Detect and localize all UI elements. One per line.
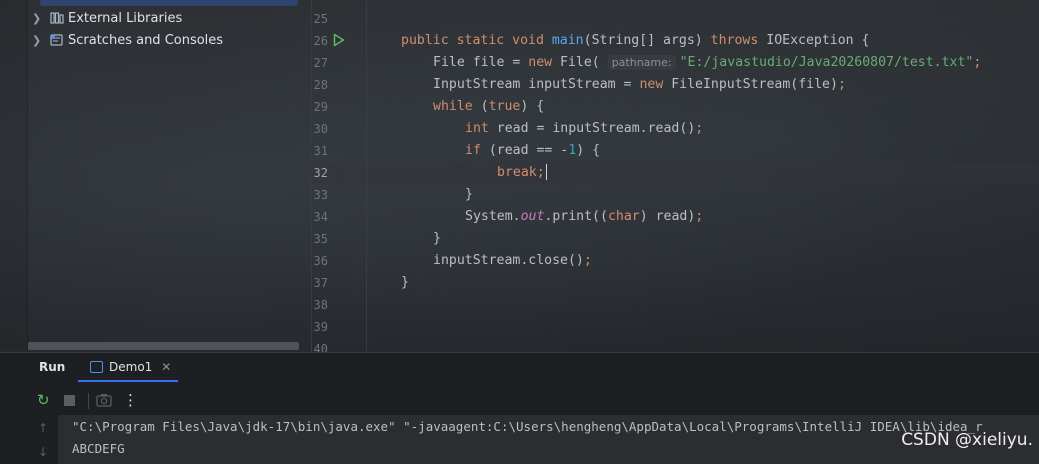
code-line: 29 while (true) {: [312, 96, 1039, 118]
code-text: System.out.print((char) read);: [465, 209, 704, 224]
console-line-command: "C:\Program Files\Java\jdk-17\bin\java.e…: [72, 419, 983, 434]
line-number: 31: [313, 144, 328, 158]
code-line: 34 System.out.print((char) read);: [312, 206, 1039, 228]
string-literal: "E:/javastudio/Java20260807/test.txt": [679, 55, 974, 70]
gutter-separator: [366, 0, 367, 352]
line-number: 35: [313, 232, 328, 246]
tree-item-scratches[interactable]: ❯ Scratches and Consoles: [28, 30, 223, 50]
line-number: 26: [313, 34, 328, 48]
code-text: }: [433, 231, 441, 246]
code-line: 35 }: [312, 228, 1039, 250]
code-line: 25: [312, 8, 1039, 30]
watermark: CSDN @xieliyu.: [901, 430, 1033, 450]
code-editor[interactable]: 25 26 public static void main(String[] a…: [312, 0, 1039, 352]
code-line: 33 }: [312, 184, 1039, 206]
line-number: 34: [313, 210, 328, 224]
code-line: 31 if (read == -1) {: [312, 140, 1039, 162]
line-number: 30: [313, 122, 328, 136]
line-number: 32: [313, 166, 328, 180]
active-tab-indicator: [78, 380, 178, 382]
code-text: }: [465, 187, 473, 202]
console-line-output: ABCDEFG: [72, 441, 125, 456]
tab-demo1[interactable]: Demo1 ✕: [90, 360, 171, 374]
project-horizontal-scrollbar[interactable]: [28, 342, 299, 350]
scroll-down-icon[interactable]: ↓: [38, 445, 48, 459]
toolbar-separator: [88, 393, 89, 409]
line-number: 39: [313, 320, 328, 334]
code-text: break;: [497, 164, 547, 180]
run-toolbar: ↻ ⋮: [0, 389, 1039, 413]
line-number: 37: [313, 276, 328, 290]
code-text: File file = new File( pathname: "E:/javas…: [433, 55, 982, 70]
tree-item-label: Scratches and Consoles: [68, 32, 224, 48]
rerun-icon[interactable]: ↻: [37, 391, 50, 409]
line-number: 25: [313, 12, 328, 26]
line-number: 38: [313, 298, 328, 312]
code-line: 36 inputStream.close();: [312, 250, 1039, 272]
console-output[interactable]: ↑ ↓ "C:\Program Files\Java\jdk-17\bin\ja…: [0, 415, 1039, 464]
chevron-right-icon[interactable]: ❯: [32, 34, 48, 47]
application-icon: [90, 361, 103, 373]
code-line: 28 InputStream inputStream = new FileInp…: [312, 74, 1039, 96]
code-text: public static void main(String[] args) t…: [401, 33, 870, 48]
run-tab-bar: Run Demo1 ✕: [0, 353, 1039, 383]
line-number: 29: [313, 100, 328, 114]
code-line: 40: [312, 338, 1039, 352]
run-tool-window: Run Demo1 ✕ ↻ ⋮ ↑ ↓ "C:\Program Files\Ja…: [0, 352, 1039, 464]
code-line: 38: [312, 294, 1039, 316]
code-text: int read = inputStream.read();: [465, 121, 704, 136]
close-icon[interactable]: ✕: [161, 360, 171, 374]
project-tree: ❯ External Libraries ❯ Scratches and Con…: [28, 0, 299, 350]
left-tool-strip: [0, 0, 28, 350]
chevron-right-icon[interactable]: ❯: [32, 12, 48, 25]
parameter-hint: pathname:: [607, 55, 676, 70]
line-number: 36: [313, 254, 328, 268]
line-number: 28: [313, 78, 328, 92]
tab-label: Demo1: [109, 360, 153, 374]
code-line: 39: [312, 316, 1039, 338]
line-number: 40: [313, 342, 328, 352]
console-gutter: ↑ ↓: [0, 415, 58, 464]
scroll-up-icon[interactable]: ↑: [38, 421, 48, 435]
stop-icon[interactable]: [64, 395, 75, 406]
camera-icon[interactable]: [96, 393, 112, 407]
scratches-icon: [50, 34, 63, 46]
code-text: if (read == -1) {: [465, 143, 601, 158]
code-text: }: [401, 275, 409, 290]
text-caret: [545, 164, 547, 180]
run-gutter-icon[interactable]: [333, 33, 345, 47]
code-text: inputStream.close();: [433, 253, 592, 268]
library-icon: [50, 12, 64, 24]
current-code-line: 32 break;: [312, 162, 1039, 184]
run-panel-title: Run: [39, 360, 66, 374]
tree-item-label: External Libraries: [68, 10, 183, 26]
tree-item-external-libraries[interactable]: ❯ External Libraries: [28, 8, 182, 28]
code-line: 26 public static void main(String[] args…: [312, 30, 1039, 52]
more-options-icon[interactable]: ⋮: [123, 391, 138, 409]
code-text: InputStream inputStream = new FileInputS…: [433, 77, 846, 92]
code-line: 30 int read = inputStream.read();: [312, 118, 1039, 140]
line-number: 27: [313, 56, 328, 70]
code-line: 27 File file = new File( pathname: "E:/ja…: [312, 52, 1039, 74]
code-line: 37 }: [312, 272, 1039, 294]
line-number: 33: [313, 188, 328, 202]
code-text: while (true) {: [433, 99, 545, 114]
